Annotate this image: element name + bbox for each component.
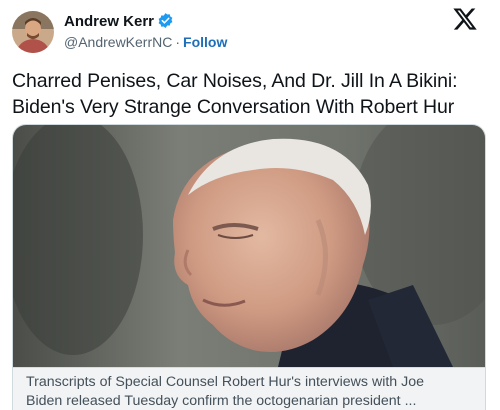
- post-header: Andrew Kerr @AndrewKerrNC · Follow: [0, 0, 500, 62]
- separator-dot: ·: [175, 34, 181, 50]
- author-name[interactable]: Andrew Kerr: [64, 13, 154, 30]
- author-name-row[interactable]: Andrew Kerr: [64, 12, 174, 30]
- x-logo-icon[interactable]: [452, 6, 478, 32]
- caption-line-1: Transcripts of Special Counsel Robert Hu…: [26, 374, 425, 390]
- caption-line-2: Biden released Tuesday confirm the octog…: [26, 393, 417, 409]
- handle-line: @AndrewKerrNC · Follow: [64, 34, 227, 50]
- post-headline: Charred Penises, Car Noises, And Dr. Jil…: [12, 70, 458, 118]
- verified-badge-icon: [158, 13, 173, 28]
- avatar[interactable]: [12, 11, 54, 53]
- author-handle[interactable]: @AndrewKerrNC: [64, 34, 172, 50]
- avatar-photo-icon: [12, 11, 54, 53]
- follow-button[interactable]: Follow: [183, 34, 227, 50]
- link-card-caption: Transcripts of Special Counsel Robert Hu…: [13, 367, 485, 410]
- article-photo-icon: [13, 125, 485, 367]
- link-card[interactable]: Transcripts of Special Counsel Robert Hu…: [12, 124, 486, 410]
